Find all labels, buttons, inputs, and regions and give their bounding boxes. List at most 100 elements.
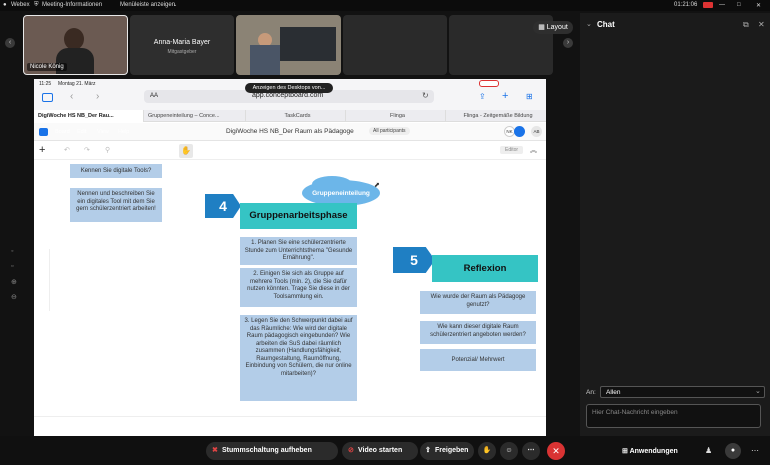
timer-icon[interactable]: ◔ xyxy=(512,421,516,428)
raise-hand-button[interactable]: ✋ xyxy=(478,442,496,460)
close-icon[interactable]: ✕ xyxy=(756,2,761,9)
select-tool-icon[interactable]: ➤ xyxy=(202,145,209,154)
marker-icon[interactable]: ▬ xyxy=(262,145,270,154)
compass-icon[interactable]: ◎ xyxy=(39,421,46,430)
apps-button[interactable]: ⊞ Anwendungen xyxy=(622,447,678,455)
chevron-down-icon: ⌄ xyxy=(755,388,761,395)
minus-icon[interactable]: ⊖ xyxy=(11,293,17,301)
video-icon[interactable]: ▭ xyxy=(494,421,501,429)
new-tab-icon[interactable]: + xyxy=(502,90,508,102)
share-button[interactable]: ⇪ Freigeben xyxy=(420,442,474,460)
zoom-level[interactable]: 63% xyxy=(82,423,93,429)
volume-icon[interactable]: ◦ xyxy=(11,248,13,255)
sticky-note-icon[interactable]: ▣ xyxy=(337,145,345,154)
eraser-icon[interactable]: ◈ xyxy=(221,145,227,154)
zoom-icon[interactable]: ⊕ xyxy=(62,421,69,430)
sticky-note[interactable]: 3. Legen Sie den Schwerpunkt dabei auf d… xyxy=(240,315,357,401)
captions-icon[interactable]: ▫ xyxy=(11,263,13,270)
start-video-button[interactable]: ⊘ Video starten xyxy=(342,442,418,460)
participant-tile-3[interactable] xyxy=(236,15,341,75)
minimize-icon[interactable]: — xyxy=(719,2,725,8)
collapse-icon[interactable]: ︽ xyxy=(530,145,537,155)
editor-badge[interactable]: Editor xyxy=(500,146,524,154)
sidebar-icon[interactable] xyxy=(42,93,53,102)
sticky-note[interactable]: Wie kann dieser digitale Raum schülerzen… xyxy=(420,321,536,344)
phase-5-title[interactable]: Reflexion xyxy=(432,255,538,282)
more-options-button[interactable]: ⋯ xyxy=(522,442,540,460)
pen-icon[interactable]: ✎ xyxy=(241,145,248,154)
avatar[interactable]: AB xyxy=(531,126,542,137)
tab-2[interactable]: Gruppeneinteilung – Conce... xyxy=(144,110,246,122)
sticky-note[interactable]: Nennen und beschreiben Sie ein digitales… xyxy=(70,188,162,222)
call-icon[interactable]: ✆ xyxy=(478,421,484,429)
comment-label[interactable]: Comment xyxy=(371,147,396,153)
maximize-icon[interactable]: □ xyxy=(737,2,741,8)
reload-icon[interactable]: ↻ xyxy=(422,91,429,100)
redo-icon[interactable]: ↷ xyxy=(84,146,90,154)
record-icon xyxy=(703,2,713,8)
format-icon[interactable]: ⚲ xyxy=(105,146,110,154)
apps-icon: ⊞ xyxy=(622,448,628,455)
participant-tile-4[interactable] xyxy=(343,15,447,75)
step-number-5: 5 xyxy=(393,247,435,273)
undo-icon[interactable]: ↶ xyxy=(64,146,70,154)
participant-tile-1[interactable]: Nicole König xyxy=(23,15,128,75)
tab-5[interactable]: Flinga - Zeitgemäße Bildung xyxy=(446,110,546,122)
tab-3[interactable]: TaskCards xyxy=(246,110,346,122)
fit-screen-icon[interactable]: ▧ xyxy=(108,421,116,430)
reactions-button[interactable]: ☺ xyxy=(500,442,518,460)
participant-tile-2[interactable]: Anna-Maria Bayer Mitgastgeber xyxy=(130,15,234,75)
list-icon[interactable]: ☰ xyxy=(38,291,44,299)
text-tool-icon[interactable]: T xyxy=(319,144,325,154)
sticky-note[interactable]: Wie wurde der Raum als Pädagoge genutzt? xyxy=(420,291,536,314)
reader-aa[interactable]: AA xyxy=(150,93,158,99)
layout-label: Layout xyxy=(546,24,568,31)
forward-icon[interactable]: › xyxy=(96,91,99,102)
all-participants-chip[interactable]: All participants xyxy=(369,127,410,135)
participant-role: Mitgastgeber xyxy=(167,49,197,55)
menu-board[interactable]: Board xyxy=(55,129,70,135)
close-icon[interactable]: ✕ xyxy=(758,20,765,29)
next-participants-button[interactable]: › xyxy=(563,38,573,48)
link-icon[interactable]: ⬈ xyxy=(374,181,380,189)
chat-input[interactable]: Hier Chat-Nachricht eingeben xyxy=(586,404,761,428)
line-tool-icon[interactable]: ╱ xyxy=(282,145,287,154)
menu-bar-toggle[interactable]: Menüleiste anzeigen xyxy=(120,2,175,8)
bell-icon[interactable]: ♪ xyxy=(38,259,42,266)
add-icon[interactable]: + xyxy=(39,144,45,156)
end-call-button[interactable]: ✕ xyxy=(547,442,565,460)
shape-tool-icon[interactable]: ◇ xyxy=(301,145,307,154)
smiley-icon: ☺ xyxy=(505,447,513,454)
user-icon[interactable] xyxy=(514,126,525,137)
tabs-overview-icon[interactable]: ⊞ xyxy=(526,92,533,101)
chat-toggle-button[interactable]: ● xyxy=(725,443,741,459)
recipient-select[interactable]: Allen ⌄ xyxy=(600,386,765,398)
shield-icon: ⛨ xyxy=(34,2,39,8)
layout-button[interactable]: ▦ Layout xyxy=(533,21,573,34)
chevron-down-icon[interactable]: ⌄ xyxy=(586,20,592,28)
participants-icon[interactable]: ♟ xyxy=(705,446,712,455)
phase-4-title[interactable]: Gruppenarbeitsphase xyxy=(240,203,357,229)
menu-view[interactable]: View xyxy=(97,129,109,135)
sticky-note[interactable]: 2. Einigen Sie sich als Gruppe auf mehre… xyxy=(240,268,357,307)
more-icon[interactable]: ⋯ xyxy=(530,421,537,429)
sticky-note[interactable]: Potenzial/ Mehrwert xyxy=(420,349,536,371)
check-icon[interactable]: ✔ xyxy=(38,275,44,283)
menu-help[interactable]: Help xyxy=(118,129,129,135)
sticky-note[interactable]: Kennen Sie digitale Tools? xyxy=(70,164,162,178)
back-icon[interactable]: ‹ xyxy=(70,91,73,102)
menu-edit[interactable]: Edit xyxy=(77,129,86,135)
tab-1[interactable]: DigiWoche HS NB_Der Rau... xyxy=(34,110,144,122)
comment-icon[interactable]: ▤ xyxy=(357,145,365,154)
popout-icon[interactable]: ⧉ xyxy=(743,20,749,30)
prev-participants-button[interactable]: ‹ xyxy=(5,38,15,48)
board-toolbar: + ↶ ↷ ⚲ ✋ ➤ ◈ ✎ ▬ ╱ ◇ T ▣ ▤ Comment 30/1… xyxy=(34,142,546,160)
hand-tool-icon[interactable]: ✋ xyxy=(179,144,193,158)
share-icon[interactable]: ⇪ xyxy=(479,92,486,101)
meeting-info-link[interactable]: Meeting-Informationen xyxy=(42,2,102,8)
unmute-button[interactable]: ✖ Stummschaltung aufheben xyxy=(206,442,338,460)
more-icon[interactable]: ⋯ xyxy=(751,446,759,455)
sticky-note[interactable]: 1. Planen Sie eine schülerzentrierte Stu… xyxy=(240,237,357,265)
tab-4[interactable]: Flinga xyxy=(346,110,446,122)
plus-icon[interactable]: ⊕ xyxy=(11,278,17,286)
